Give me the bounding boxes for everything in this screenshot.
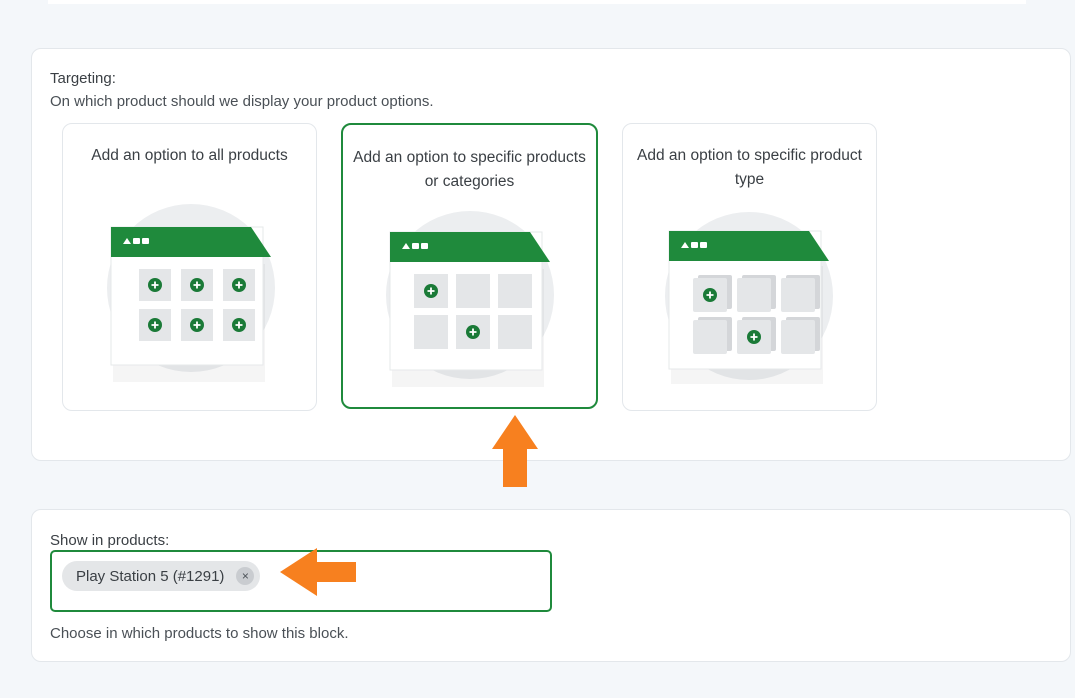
targeting-card: Targeting: On which product should we di… xyxy=(31,48,1071,461)
product-tag: Play Station 5 (#1291) × xyxy=(62,561,261,591)
show-in-products-help-text: Choose in which products to show this bl… xyxy=(50,625,349,642)
arrow-icon xyxy=(491,413,539,494)
product-type-illustration xyxy=(661,204,836,384)
window-dots-icon xyxy=(681,242,707,248)
arrow-icon xyxy=(279,547,359,602)
remove-tag-icon[interactable]: × xyxy=(236,567,255,585)
option-specific-products[interactable]: Add an option to specific products or ca… xyxy=(341,123,598,409)
product-tag-label: Play Station 5 (#1291) xyxy=(76,567,225,585)
window-dots-icon xyxy=(402,243,428,249)
window-dots-icon xyxy=(123,238,149,244)
option-title: Add an option to specific products or ca… xyxy=(353,149,586,190)
option-all-products[interactable]: Add an option to all products xyxy=(62,123,317,411)
targeting-label: Targeting: xyxy=(50,70,116,87)
show-in-products-card: Show in products: Play Station 5 (#1291)… xyxy=(31,509,1071,662)
option-title: Add an option to specific product type xyxy=(637,147,862,188)
show-in-products-label: Show in products: xyxy=(50,532,170,549)
top-strip xyxy=(48,0,1026,4)
targeting-help-text: On which product should we display your … xyxy=(50,93,434,110)
option-specific-product-type[interactable]: Add an option to specific product type xyxy=(622,123,877,411)
specific-products-illustration xyxy=(382,207,557,387)
option-title: Add an option to all products xyxy=(91,147,288,164)
all-products-illustration xyxy=(103,204,278,384)
